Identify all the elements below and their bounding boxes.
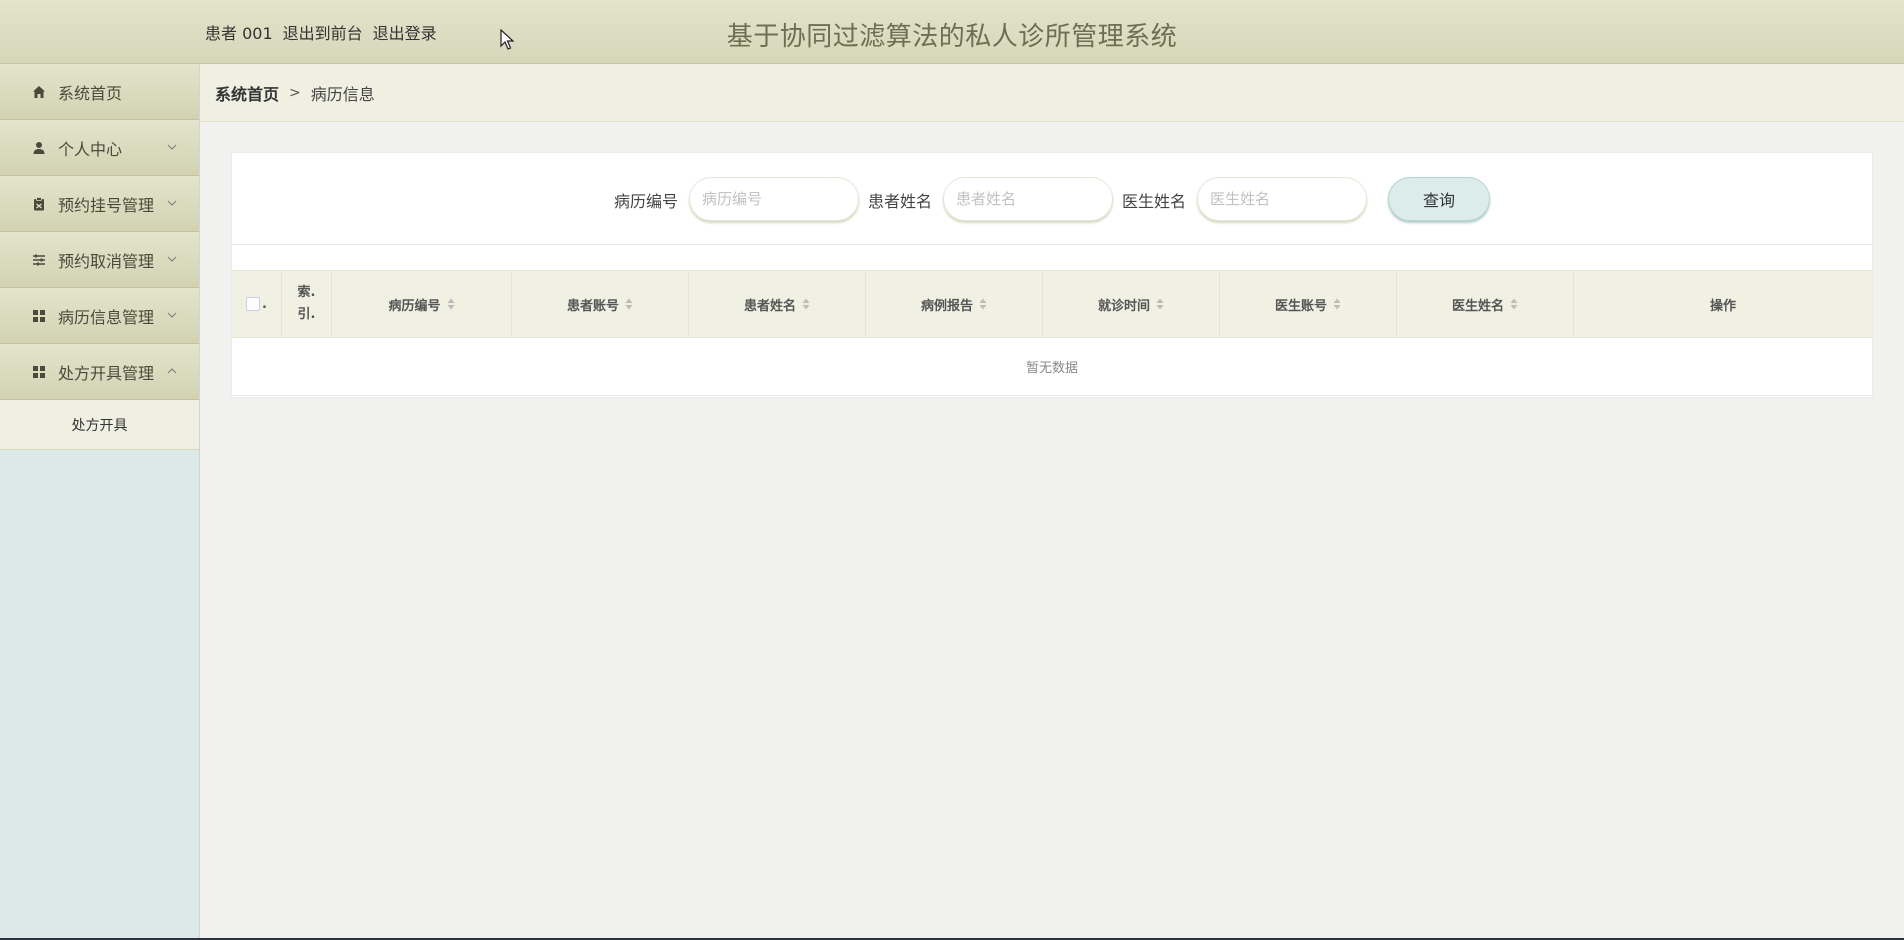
- sort-icon[interactable]: [447, 298, 455, 310]
- column-header-label: 患者姓名: [743, 298, 796, 314]
- sidebar-item-label: 个人中心: [58, 139, 123, 159]
- column-header-label: 病历编号: [388, 298, 441, 314]
- column-header-actions: 操作: [1574, 271, 1872, 337]
- sidebar-item-label: 预约取消管理: [58, 251, 155, 271]
- sliders-icon: [33, 254, 45, 265]
- chevron-down-icon: [167, 200, 177, 206]
- checkbox-dot: .: [262, 296, 267, 312]
- records-table: . 索. 引. 病历编号 患者账号 患者姓名 病例报告 就诊时间 医生账号 医生…: [232, 270, 1872, 396]
- column-header-doctor-name[interactable]: 医生姓名: [1397, 271, 1574, 337]
- chevron-down-icon: [167, 312, 177, 318]
- sidebar: 系统首页 个人中心 预约挂号管理 预约取消管理 病历信息管理 处方开具管理 处方…: [0, 64, 200, 938]
- breadcrumb: 系统首页 > 病历信息: [200, 64, 1904, 122]
- chevron-up-icon: [167, 368, 177, 374]
- select-all-header: .: [232, 271, 282, 337]
- breadcrumb-current: 病历信息: [310, 84, 375, 104]
- column-header-patient-name[interactable]: 患者姓名: [689, 271, 866, 337]
- system-title: 基于协同过滤算法的私人诊所管理系统: [726, 22, 1178, 52]
- column-header-label: 就诊时间: [1097, 298, 1150, 314]
- column-header-case-report[interactable]: 病例报告: [866, 271, 1043, 337]
- sort-icon[interactable]: [802, 298, 810, 310]
- column-header-label: 医生姓名: [1451, 298, 1504, 314]
- patient-name-input[interactable]: [943, 177, 1113, 221]
- clipboard-icon: [34, 196, 44, 210]
- doctor-name-input[interactable]: [1197, 177, 1367, 221]
- breadcrumb-home-link[interactable]: 系统首页: [215, 81, 279, 105]
- column-header-index: 索. 引.: [282, 271, 332, 337]
- mouse-cursor-icon: [500, 29, 515, 50]
- sidebar-item-label: 预约挂号管理: [58, 195, 155, 215]
- breadcrumb-separator: >: [289, 84, 301, 101]
- column-header-label: 病例报告: [920, 298, 973, 314]
- user-icon: [33, 141, 45, 154]
- table-header: . 索. 引. 病历编号 患者账号 患者姓名 病例报告 就诊时间 医生账号 医生…: [232, 270, 1872, 338]
- column-header-doctor-account[interactable]: 医生账号: [1220, 271, 1397, 337]
- sidebar-item-medical-records[interactable]: 病历信息管理: [0, 288, 199, 344]
- index-header-line: 引.: [297, 307, 316, 322]
- record-number-label: 病历编号: [614, 192, 679, 211]
- home-icon: [33, 85, 45, 98]
- column-header-record-number[interactable]: 病历编号: [332, 271, 512, 337]
- sidebar-item-label: 系统首页: [58, 83, 123, 103]
- sidebar-item-appointment[interactable]: 预约挂号管理: [0, 176, 199, 232]
- patient-name-label: 患者姓名: [868, 192, 933, 211]
- main-panel: 病历编号 患者姓名 医生姓名 查询 . 索. 引. 病历编号 患者账号: [231, 152, 1873, 398]
- search-button[interactable]: 查询: [1388, 177, 1490, 221]
- column-header-patient-account[interactable]: 患者账号: [512, 271, 689, 337]
- sort-icon[interactable]: [1510, 298, 1518, 310]
- sidebar-subitem-prescribe[interactable]: 处方开具: [0, 400, 199, 450]
- column-header-label: 医生账号: [1274, 298, 1327, 314]
- column-header-label: 操作: [1709, 298, 1736, 314]
- sidebar-item-label: 病历信息管理: [58, 307, 155, 327]
- sort-icon[interactable]: [979, 298, 987, 310]
- column-header-visit-time[interactable]: 就诊时间: [1043, 271, 1220, 337]
- sidebar-item-home[interactable]: 系统首页: [0, 64, 199, 120]
- sidebar-item-appointment-cancel[interactable]: 预约取消管理: [0, 232, 199, 288]
- sort-icon[interactable]: [1156, 298, 1164, 310]
- record-number-input[interactable]: [689, 177, 859, 221]
- sidebar-item-label: 处方开具管理: [58, 363, 155, 383]
- chevron-down-icon: [167, 256, 177, 262]
- sort-icon[interactable]: [1333, 298, 1341, 310]
- doctor-name-label: 医生姓名: [1122, 192, 1187, 211]
- table-empty-message: 暂无数据: [232, 338, 1872, 396]
- sidebar-item-personal-center[interactable]: 个人中心: [0, 120, 199, 176]
- search-form: 病历编号 患者姓名 医生姓名 查询: [232, 153, 1872, 245]
- index-header-line: 索.: [297, 285, 316, 300]
- sort-icon[interactable]: [625, 298, 633, 310]
- chevron-down-icon: [167, 144, 177, 150]
- top-header: 患者 001 退出到前台 退出登录 基于协同过滤算法的私人诊所管理系统: [0, 0, 1904, 64]
- grid-icon: [33, 365, 45, 378]
- select-all-checkbox[interactable]: [246, 297, 261, 311]
- sidebar-item-prescription[interactable]: 处方开具管理: [0, 344, 199, 400]
- column-header-label: 患者账号: [566, 298, 619, 314]
- grid-icon: [33, 309, 45, 322]
